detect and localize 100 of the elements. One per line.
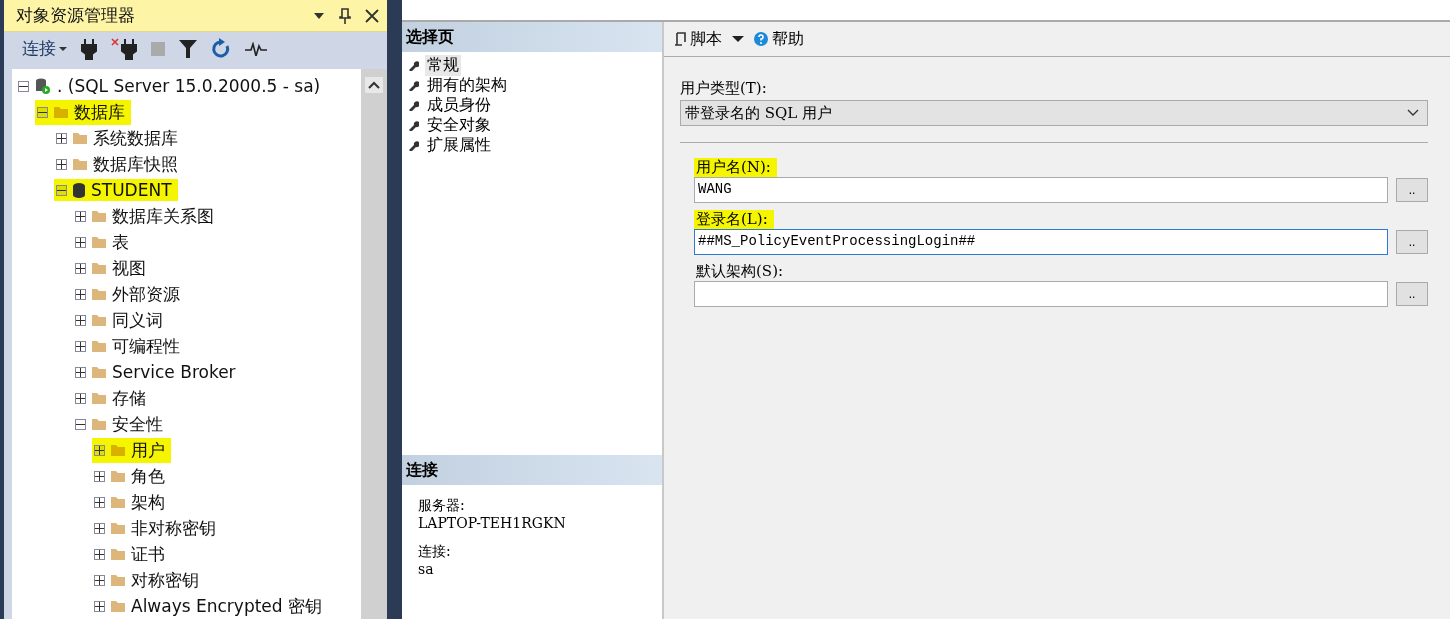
tree-item[interactable]: 架构	[92, 489, 171, 515]
script-icon	[674, 32, 686, 46]
expander-icon[interactable]	[94, 600, 105, 612]
expander-icon[interactable]	[75, 340, 86, 352]
folder-icon	[111, 522, 125, 534]
folder-icon	[92, 392, 106, 404]
wrench-icon	[408, 119, 419, 131]
tree-item[interactable]: 用户	[92, 437, 171, 463]
tree-item[interactable]: 安全性	[73, 411, 169, 437]
folder-icon	[92, 262, 106, 274]
expander-icon[interactable]	[75, 314, 86, 326]
folder-icon	[92, 288, 106, 300]
page-item[interactable]: 扩展属性	[425, 134, 493, 156]
field-label: 用户类型(T):	[680, 79, 768, 98]
help-button[interactable]: 帮助	[754, 28, 804, 50]
server-value: LAPTOP-TEH1RGKN	[418, 515, 567, 531]
folder-icon	[54, 106, 68, 118]
expander-icon[interactable]	[94, 574, 105, 586]
tree-item[interactable]: 系统数据库	[54, 125, 184, 151]
expander-icon[interactable]	[18, 80, 29, 92]
connection-label: 连接:	[418, 543, 452, 561]
expander-icon[interactable]	[75, 210, 86, 222]
page-item[interactable]: 常规	[425, 54, 461, 76]
tree-item[interactable]: 数据库关系图	[73, 203, 220, 229]
field-label: 用户名(N):	[694, 158, 777, 177]
expander-icon[interactable]	[94, 444, 105, 456]
folder-icon	[111, 444, 125, 456]
folder-icon	[92, 366, 106, 378]
expander-icon[interactable]	[75, 288, 86, 300]
wrench-icon	[408, 99, 419, 111]
filter-icon[interactable]	[179, 38, 197, 59]
expander-icon[interactable]	[56, 184, 67, 196]
input-field[interactable]: ##MS_PolicyEventProcessingLogin##	[694, 229, 1388, 255]
activity-monitor-icon[interactable]	[245, 41, 267, 56]
tree-item[interactable]: 可编程性	[73, 333, 186, 359]
folder-icon	[73, 158, 87, 170]
tree-item[interactable]: 角色	[92, 463, 171, 489]
tree-item[interactable]: 证书	[92, 541, 171, 567]
expander-icon[interactable]	[56, 132, 67, 144]
expander-icon[interactable]	[56, 158, 67, 170]
folder-icon	[111, 574, 125, 586]
tree-item[interactable]: 对称密钥	[92, 567, 205, 593]
refresh-icon[interactable]	[211, 37, 231, 60]
folder-icon	[92, 236, 106, 248]
field-label: 默认架构(S):	[695, 262, 785, 281]
folder-icon	[73, 132, 87, 144]
close-icon[interactable]	[365, 8, 379, 23]
expander-icon[interactable]	[75, 236, 86, 248]
field-label: 登录名(L):	[694, 210, 774, 229]
dropdown-icon[interactable]	[313, 11, 325, 20]
tree-item[interactable]: 数据库快照	[54, 151, 184, 177]
page-item[interactable]: 安全对象	[425, 114, 493, 136]
expander-icon[interactable]	[75, 418, 86, 430]
tree-item[interactable]: 外部资源	[73, 281, 186, 307]
page-item[interactable]: 拥有的架构	[425, 74, 509, 96]
section-title: 连接	[406, 459, 438, 481]
script-button[interactable]: 脚本	[674, 28, 722, 50]
tree-item[interactable]: 表	[73, 229, 135, 255]
server-icon	[35, 78, 51, 94]
tree-item[interactable]: Always Encrypted 密钥	[92, 593, 329, 619]
page-item[interactable]: 成员身份	[425, 94, 493, 116]
server-label: 服务器:	[418, 497, 466, 515]
folder-icon	[92, 210, 106, 222]
expander-icon[interactable]	[94, 470, 105, 482]
expander-icon[interactable]	[94, 522, 105, 534]
tree-item[interactable]: STUDENT	[54, 179, 178, 201]
disconnect-icon[interactable]	[111, 37, 137, 60]
scrollbar[interactable]	[361, 69, 387, 619]
tree-item[interactable]: 非对称密钥	[92, 515, 222, 541]
tree-item[interactable]: 同义词	[73, 307, 169, 333]
chevron-down-icon	[1407, 109, 1419, 117]
expander-icon[interactable]	[37, 106, 48, 118]
folder-icon	[111, 548, 125, 560]
expander-icon[interactable]	[75, 392, 86, 404]
expander-icon[interactable]	[94, 548, 105, 560]
tree-item[interactable]: Service Broker	[73, 361, 242, 383]
tree-item[interactable]: 数据库	[35, 99, 131, 125]
scroll-up-icon[interactable]	[365, 77, 383, 93]
browse-button[interactable]: ..	[1396, 282, 1428, 306]
input-field[interactable]	[694, 281, 1388, 307]
browse-button[interactable]: ..	[1396, 230, 1428, 254]
panel-title: 对象资源管理器	[16, 4, 136, 28]
pin-icon[interactable]	[339, 7, 351, 24]
wrench-icon	[408, 139, 419, 151]
input-field[interactable]: WANG	[694, 177, 1388, 203]
dropdown-icon[interactable]	[732, 35, 744, 43]
plug-icon[interactable]	[81, 37, 97, 60]
expander-icon[interactable]	[94, 496, 105, 508]
database-icon	[73, 182, 85, 198]
wrench-icon	[408, 59, 419, 71]
folder-icon	[111, 600, 125, 612]
tree-item[interactable]: 存储	[73, 385, 152, 411]
tree-item[interactable]: 视图	[73, 255, 152, 281]
tree-item[interactable]: . (SQL Server 15.0.2000.5 - sa)	[16, 75, 327, 97]
browse-button[interactable]: ..	[1396, 178, 1428, 202]
user-type-dropdown[interactable]: 带登录名的 SQL 用户	[680, 100, 1428, 126]
expander-icon[interactable]	[75, 366, 86, 378]
connect-button[interactable]: 连接	[22, 37, 67, 61]
wrench-icon	[408, 79, 419, 91]
expander-icon[interactable]	[75, 262, 86, 274]
